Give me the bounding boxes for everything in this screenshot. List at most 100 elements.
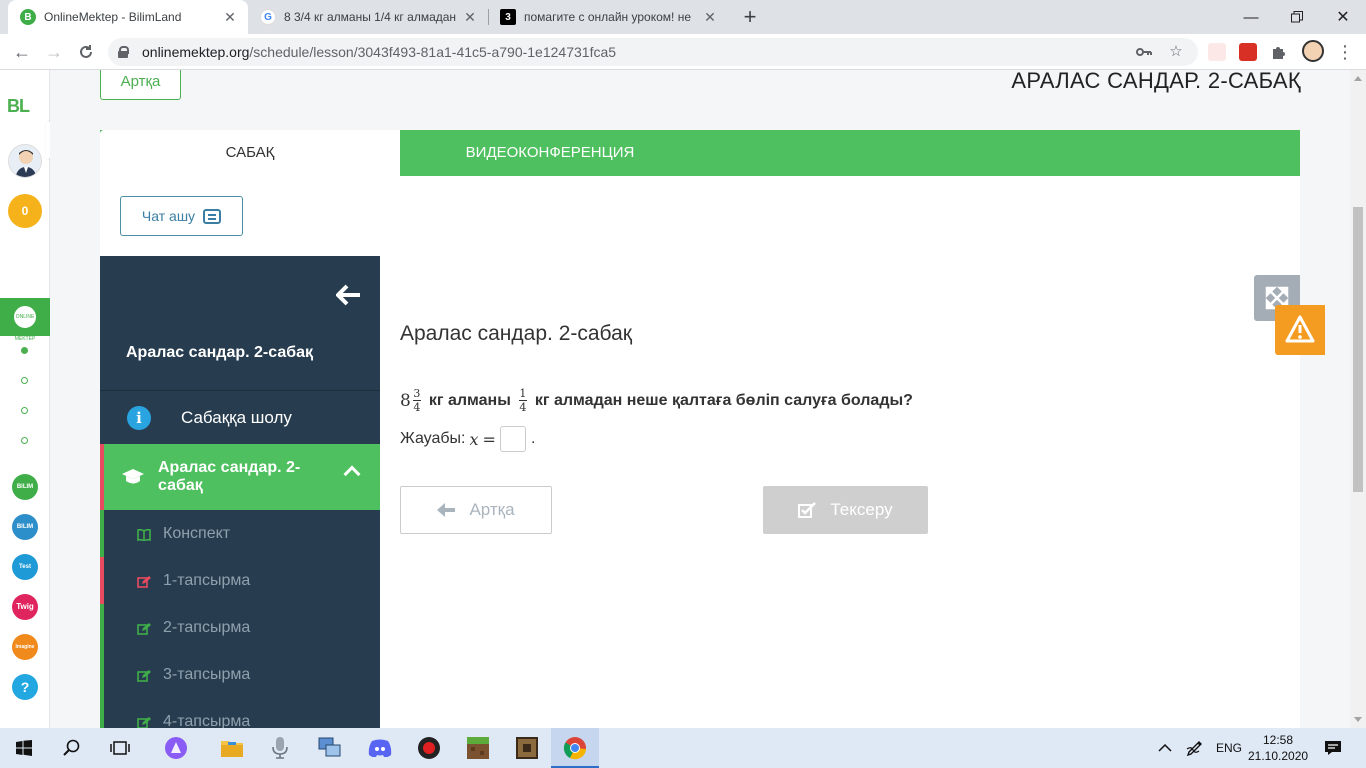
arrow-left-icon[interactable] (335, 284, 362, 306)
browser-tab-title: помагите с онлайн уроком! не (524, 10, 692, 24)
browser-tab-znanija[interactable]: 3 помагите с онлайн уроком! не ✕ (488, 0, 728, 34)
sidebar-item-label: 4-тапсырма (163, 712, 251, 729)
report-problem-button[interactable] (1275, 305, 1325, 355)
sidebar-section-label: Аралас сандар. 2-сабақ (158, 459, 301, 494)
chrome-taskbar-icon[interactable] (551, 728, 599, 768)
sidebar-item-konspekt[interactable]: Конспект (100, 510, 380, 557)
url-path: /schedule/lesson/3043f493-81a1-41c5-a790… (249, 44, 617, 60)
browser-tab-onlinemektep[interactable]: B OnlineMektep - BilimLand ✕ (8, 0, 248, 34)
chat-icon (203, 208, 222, 224)
scroll-up-icon[interactable] (1354, 76, 1362, 81)
system-clock[interactable]: 12:58 21.10.2020 (1248, 732, 1308, 764)
window-manager-icon[interactable] (306, 728, 354, 768)
fraction-denominator: 4 (519, 401, 527, 414)
bilimbook-app-icon[interactable]: BILIM Book (12, 514, 38, 556)
sidebar-item-label: 1-тапсырма (163, 571, 251, 589)
discord-icon[interactable] (356, 728, 404, 768)
edit-icon (137, 716, 151, 728)
nav-dot[interactable] (21, 347, 28, 354)
open-chat-button[interactable]: Чат ашу (120, 196, 243, 236)
online-mektep-app[interactable]: ONLINE MEKTEP (0, 298, 50, 342)
warning-icon (1285, 315, 1315, 343)
bookmark-star-icon[interactable]: ☆ (1165, 38, 1187, 66)
close-tab-icon[interactable]: ✕ (462, 9, 478, 26)
question-part-1: кг алманы (428, 391, 511, 409)
fraction-denominator: 4 (413, 401, 421, 414)
sidebar-item-task-4[interactable]: 4-тапсырма (100, 698, 380, 728)
address-bar[interactable]: onlinemektep.org/schedule/lesson/3043f49… (108, 38, 1198, 66)
tab-lesson[interactable]: САБАҚ (100, 130, 400, 176)
nav-dot[interactable] (21, 407, 28, 414)
scroll-down-icon[interactable] (1354, 717, 1362, 722)
sidebar-item-overview[interactable]: i Сабаққа шолу (100, 391, 380, 444)
sidebar-item-task-2[interactable]: 2-тапсырма (100, 604, 380, 651)
nav-dot[interactable] (21, 437, 28, 444)
record-app-icon[interactable] (405, 728, 453, 768)
puzzle-icon[interactable] (1268, 38, 1290, 66)
chevron-up-icon[interactable] (343, 465, 361, 483)
status-marker (100, 557, 104, 604)
new-tab-button[interactable]: + (737, 4, 763, 30)
check-button-label: Тексеру (830, 500, 893, 519)
reload-icon[interactable] (73, 39, 99, 65)
lock-icon (118, 46, 129, 58)
bilimland-icon: B (20, 9, 36, 25)
forward-arrow-icon[interactable]: → (41, 39, 67, 65)
chat-button-label: Чат ашу (141, 208, 196, 224)
alice-assistant-icon[interactable] (152, 728, 200, 768)
google-icon: G (260, 9, 276, 25)
browser-tab-google[interactable]: G 8 3/4 кг алманы 1/4 кг алмадан ✕ (248, 0, 488, 34)
znanija-icon: 3 (500, 9, 516, 25)
menu-dots-icon[interactable]: ⋮ (1334, 38, 1356, 66)
answer-input[interactable] (499, 426, 526, 452)
minecraft-icon[interactable] (454, 728, 502, 768)
minecraft-launcher-icon[interactable] (503, 728, 551, 768)
avatar[interactable] (8, 144, 42, 178)
notification-center-icon[interactable] (1324, 728, 1342, 768)
edit-icon (137, 575, 151, 588)
minimize-icon[interactable]: — (1228, 0, 1274, 34)
close-tab-icon[interactable]: ✕ (222, 9, 238, 26)
sidebar-item-task-3[interactable]: 3-тапсырма (100, 651, 380, 698)
tab-videoconference[interactable]: ВИДЕОКОНФЕРЕНЦИЯ (400, 130, 700, 176)
back-arrow-icon[interactable]: ← (9, 39, 35, 65)
scroll-thumb[interactable] (1353, 207, 1363, 492)
test-app-icon[interactable]: Test (12, 554, 38, 580)
info-icon: i (127, 405, 151, 430)
nav-dot[interactable] (21, 377, 28, 384)
extension-red-icon[interactable] (1239, 43, 1257, 61)
imagine-app-icon[interactable]: Imagine (12, 634, 38, 660)
search-icon[interactable] (48, 728, 96, 768)
input-language[interactable]: ENG (1216, 728, 1242, 768)
app-rail: BL › 0 ONLINE MEKTEP BILIM Land BILIM Bo… (0, 70, 74, 728)
help-icon[interactable]: ? (12, 674, 38, 700)
sidebar-section-active[interactable]: Аралас сандар. 2-сабақ (100, 444, 380, 510)
task-view-icon[interactable] (96, 728, 144, 768)
check-button[interactable]: Тексеру (763, 486, 928, 534)
file-explorer-icon[interactable] (208, 728, 256, 768)
sidebar-item-label: Сабаққа шолу (181, 407, 292, 427)
extension-icon[interactable] (1208, 43, 1226, 61)
restore-icon[interactable] (1274, 0, 1320, 34)
sidebar-item-task-1[interactable]: 1-тапсырма (100, 557, 380, 604)
question-part-2: кг алмадан неше қалтаға бөліп салуға бол… (534, 391, 913, 409)
profile-avatar[interactable] (1302, 40, 1324, 62)
graduation-cap-icon (122, 469, 144, 485)
mixed-number-whole: 8 (400, 390, 411, 411)
close-window-icon[interactable]: ✕ (1320, 0, 1366, 34)
close-tab-icon[interactable]: ✕ (702, 9, 718, 26)
pen-icon[interactable] (1186, 728, 1204, 768)
bilimland-app-icon[interactable]: BILIM Land (12, 474, 38, 516)
browser-tab-title: OnlineMektep - BilimLand (44, 10, 182, 24)
twig-app-icon[interactable]: Twig (12, 594, 38, 620)
back-button-top[interactable]: Артқа (100, 70, 181, 100)
key-icon[interactable] (1133, 38, 1155, 66)
back-button[interactable]: Артқа (400, 486, 552, 534)
show-hidden-icons[interactable] (1158, 728, 1172, 768)
bilimland-logo[interactable]: BL (7, 96, 30, 117)
arrow-left-icon (437, 503, 456, 517)
windows-start-icon[interactable] (0, 728, 48, 768)
page-scrollbar[interactable] (1350, 70, 1366, 728)
microphone-app-icon[interactable] (256, 728, 304, 768)
browser-tab-strip: B OnlineMektep - BilimLand ✕ G 8 3/4 кг … (0, 0, 1366, 34)
